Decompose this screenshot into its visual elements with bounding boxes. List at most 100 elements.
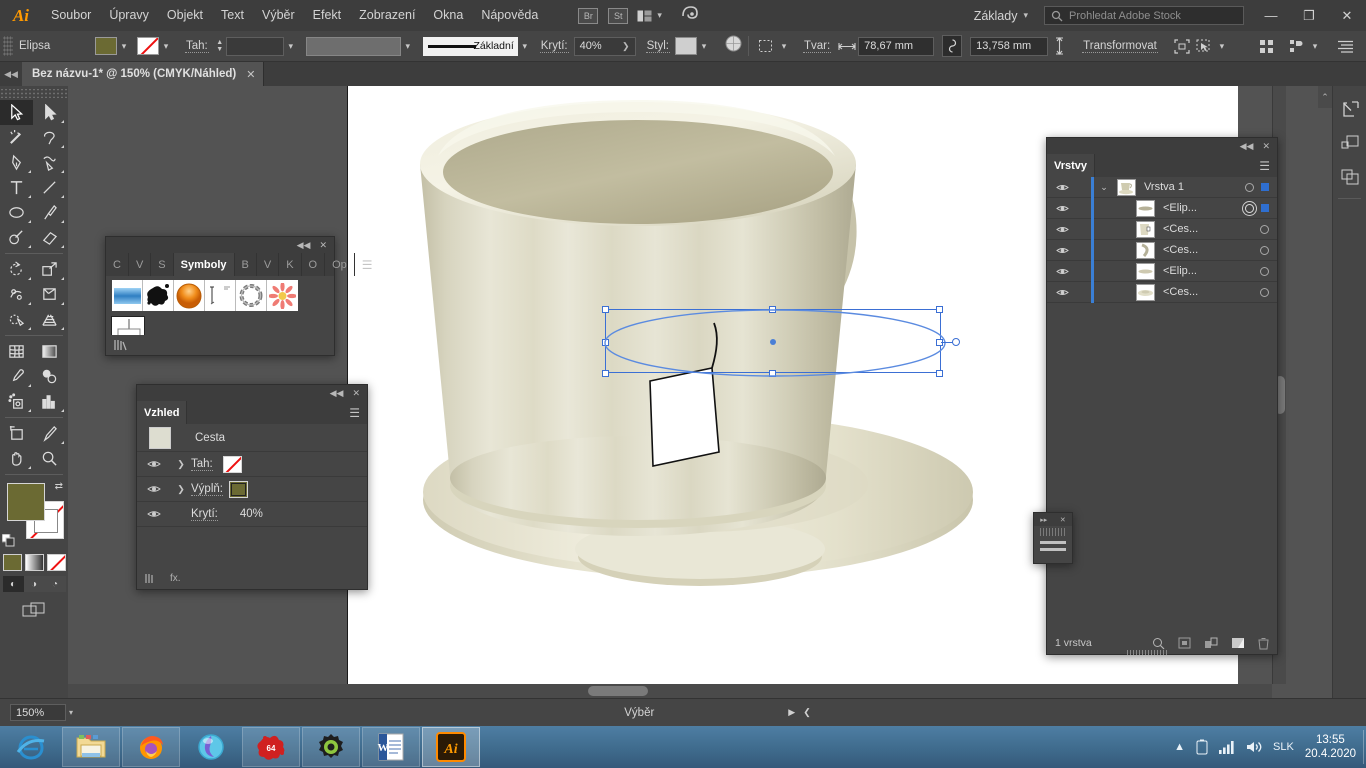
artboard-tool[interactable] <box>0 421 33 446</box>
scale-tool[interactable] <box>33 257 66 282</box>
style-dropdown-icon[interactable]: ▾ <box>697 37 711 55</box>
panel-tab-k[interactable]: K <box>279 253 301 276</box>
libraries-panel-button[interactable] <box>1333 160 1366 194</box>
appearance-panel-menu-icon[interactable]: ☰ <box>342 401 367 424</box>
taskbar-clock[interactable]: 13:55 20.4.2020 <box>1305 733 1356 761</box>
taskbar-word[interactable]: W <box>362 727 420 767</box>
appearance-panel[interactable]: ◀◀ ✕ Vzhled ☰ Cesta ❯ Tah: <box>136 384 368 590</box>
layer-target-indicator[interactable] <box>1245 204 1254 213</box>
layer-visibility-icon[interactable] <box>1047 246 1077 255</box>
tray-expand-icon[interactable]: ▲ <box>1174 741 1185 753</box>
draw-normal-button[interactable]: ◐ <box>3 576 24 592</box>
select-similar-dropdown-icon[interactable]: ▾ <box>1215 37 1229 55</box>
zoom-tool[interactable] <box>33 446 66 471</box>
symbols-panel[interactable]: ◀◀ ✕ C V S Symboly B V K O Op ☰ <box>105 236 335 356</box>
width-profile-dropdown-icon[interactable]: ▾ <box>401 37 415 55</box>
workspace-chevron-icon[interactable]: ▾ <box>1023 10 1036 21</box>
handle-top-center[interactable] <box>769 306 776 313</box>
create-new-layer-icon[interactable] <box>1231 637 1245 649</box>
appearance-panel-titlebar[interactable]: ◀◀ ✕ <box>137 385 367 401</box>
tray-language-indicator[interactable]: SLK <box>1273 741 1294 753</box>
close-icon[interactable]: ✕ <box>352 388 360 399</box>
symbol-sprayer-tool[interactable] <box>0 389 33 414</box>
layer-row-vrstva-1[interactable]: ⌄ Vrstva 1 <box>1047 177 1277 198</box>
mini-panel-titlebar[interactable]: ▸▸ ✕ <box>1034 513 1072 526</box>
variable-width-profile-field[interactable] <box>306 37 401 56</box>
eraser-tool[interactable] <box>33 225 66 250</box>
brush-definition-field[interactable]: Základní <box>423 37 518 56</box>
close-button[interactable]: ✕ <box>1328 0 1366 31</box>
screen-mode-button[interactable] <box>0 602 68 620</box>
fill-color-swatch[interactable] <box>95 37 117 55</box>
appearance-object-row[interactable]: Cesta <box>137 424 367 452</box>
adobe-stock-search[interactable]: Prohledat Adobe Stock <box>1044 6 1244 25</box>
gradient-fill-button[interactable] <box>25 554 44 571</box>
battery-icon[interactable] <box>1196 739 1208 755</box>
panel-tab-vrstvy[interactable]: Vrstvy <box>1047 154 1095 177</box>
menu-napoveda[interactable]: Nápověda <box>472 0 547 31</box>
layer-target-indicator[interactable] <box>1260 267 1269 276</box>
symbol-rope-ring[interactable] <box>236 280 267 311</box>
appearance-row-fill[interactable]: ❯ Výplň: <box>137 477 367 502</box>
collapse-panel-arrows-icon[interactable]: ◀◀ <box>0 62 22 86</box>
shape-height-field[interactable]: 13,758 mm <box>970 37 1048 56</box>
eyedropper-tool[interactable] <box>0 364 33 389</box>
draw-behind-button[interactable]: ◑ <box>24 576 45 592</box>
stroke-color-swatch[interactable] <box>137 37 159 55</box>
column-graph-tool[interactable] <box>33 389 66 414</box>
zoom-dropdown-icon[interactable]: ▾ <box>69 708 73 717</box>
create-sublayer-icon[interactable] <box>1204 637 1218 649</box>
maximize-button[interactable]: ❐ <box>1290 0 1328 31</box>
opacity-row-label[interactable]: Krytí: <box>191 508 218 521</box>
blend-tool[interactable] <box>33 364 66 389</box>
add-fill-icon[interactable]: fx. <box>170 573 181 584</box>
rotate-tool[interactable] <box>0 257 33 282</box>
menu-text[interactable]: Text <box>212 0 253 31</box>
zoom-level-field[interactable]: 150% <box>10 704 66 721</box>
layer-visibility-icon[interactable] <box>1047 183 1077 192</box>
layer-target-indicator[interactable] <box>1245 183 1254 192</box>
taskbar-green-gear-app[interactable] <box>302 727 360 767</box>
layer-visibility-icon[interactable] <box>1047 204 1077 213</box>
color-fill-button[interactable] <box>3 554 22 571</box>
appearance-row-stroke[interactable]: ❯ Tah: <box>137 452 367 477</box>
layers-panel-titlebar[interactable]: ◀◀ ✕ <box>1047 138 1277 154</box>
minimize-button[interactable]: — <box>1252 0 1290 31</box>
control-bar-grip[interactable] <box>3 36 13 56</box>
opacity-expand-icon[interactable]: ❯ <box>622 41 630 52</box>
stroke-weight-label[interactable]: Tah: <box>185 40 209 53</box>
panel-tab-op[interactable]: Op <box>325 253 355 276</box>
shape-builder-tool[interactable] <box>0 307 33 332</box>
pen-tool[interactable] <box>0 150 33 175</box>
layer-row-path-handle[interactable]: <Ces... <box>1047 240 1277 261</box>
fill-color-control[interactable] <box>7 483 45 521</box>
layer-visibility-icon[interactable] <box>1047 288 1077 297</box>
symbol-daisy-flower[interactable] <box>267 280 298 311</box>
menu-efekt[interactable]: Efekt <box>304 0 351 31</box>
document-close-icon[interactable]: ✕ <box>246 68 255 81</box>
properties-panel-button[interactable] <box>1333 126 1366 160</box>
default-fill-stroke-icon[interactable] <box>2 534 15 547</box>
shape-label[interactable]: Tvar: <box>803 40 831 53</box>
expand-panels-button[interactable] <box>1333 92 1366 126</box>
taskbar-browser[interactable] <box>182 727 240 767</box>
add-stroke-icon[interactable] <box>145 572 158 584</box>
layer-name[interactable]: Vrstva 1 <box>1144 181 1184 193</box>
handle-bottom-left[interactable] <box>602 370 609 377</box>
layer-selection-indicator[interactable] <box>1261 204 1269 212</box>
direct-selection-tool[interactable] <box>33 100 66 125</box>
horizontal-scrollbar[interactable] <box>68 684 1272 698</box>
layer-visibility-icon[interactable] <box>1047 225 1077 234</box>
transform-label[interactable]: Transformovat <box>1082 40 1158 53</box>
pathfinder-panel-button[interactable] <box>1286 36 1308 56</box>
stroke-weight-dropdown-icon[interactable]: ▾ <box>284 37 298 55</box>
visibility-eye-icon[interactable] <box>137 509 171 519</box>
network-signal-icon[interactable] <box>1219 740 1235 754</box>
mesh-tool[interactable] <box>0 339 33 364</box>
collapsed-mini-panel[interactable]: ▸▸ ✕ <box>1033 512 1073 564</box>
layer-row-path-saucer[interactable]: <Ces... <box>1047 282 1277 303</box>
style-label[interactable]: Styl: <box>646 40 670 53</box>
shaper-tool[interactable] <box>0 225 33 250</box>
width-tool[interactable] <box>0 282 33 307</box>
home-screen-button[interactable] <box>674 4 706 27</box>
